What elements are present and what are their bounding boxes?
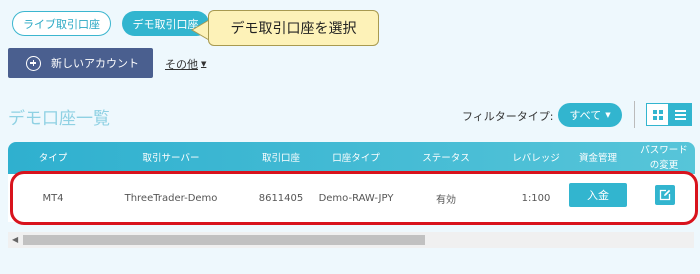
arrow-left-icon[interactable]: ◀ — [12, 235, 18, 244]
annotation-callout: デモ取引口座を選択 — [208, 10, 379, 46]
plus-circle-icon — [26, 55, 41, 71]
divider — [634, 101, 635, 128]
filter-type-label: フィルタータイプ: — [462, 110, 554, 123]
highlight-outline — [10, 171, 698, 225]
page-title: デモ口座一覧 — [8, 109, 110, 129]
grid-view-button[interactable] — [646, 103, 669, 126]
header-server: 取引サーバー — [142, 152, 200, 164]
scrollbar-thumb[interactable] — [23, 235, 425, 245]
new-account-label: 新しいアカウント — [51, 57, 139, 70]
callout-text: デモ取引口座を選択 — [230, 21, 357, 37]
other-label: その他 — [165, 58, 198, 71]
list-view-button[interactable] — [669, 103, 692, 126]
filter-type-select[interactable]: すべて ▼ — [558, 103, 622, 127]
header-password-change: パスワード の変更 — [640, 145, 688, 171]
table-header: タイプ 取引サーバー 取引口座 口座タイプ ステータス レバレッジ 資金管理 パ… — [8, 142, 695, 174]
tab-live-accounts[interactable]: ライブ取引口座 — [12, 11, 111, 36]
header-type: タイプ — [38, 152, 68, 164]
horizontal-scrollbar[interactable]: ◀ — [8, 232, 694, 248]
header-account-type: 口座タイプ — [332, 152, 380, 164]
caret-down-icon: ▼ — [605, 111, 611, 119]
list-icon — [675, 109, 686, 120]
grid-icon — [652, 109, 663, 120]
header-fund-management: 資金管理 — [578, 152, 617, 164]
callout-pointer — [191, 19, 210, 41]
filter-value: すべて — [569, 109, 602, 122]
header-account: 取引口座 — [261, 152, 300, 164]
header-status: ステータス — [422, 152, 470, 164]
other-menu-link[interactable]: その他 ▼ — [165, 56, 206, 72]
new-account-button[interactable]: 新しいアカウント — [8, 48, 153, 78]
caret-down-icon: ▼ — [201, 60, 207, 68]
